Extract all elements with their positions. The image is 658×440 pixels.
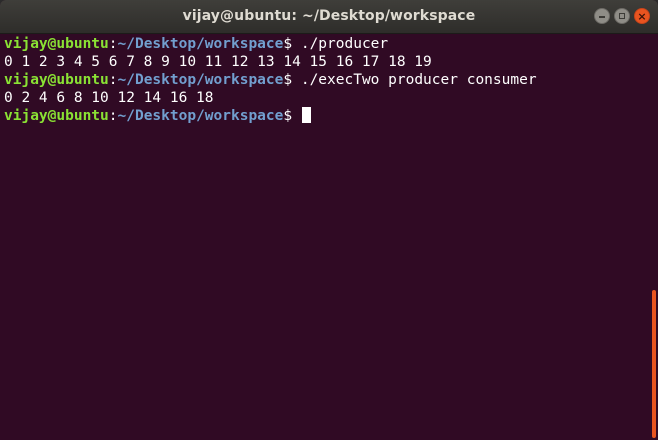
prompt-symbol: $ (283, 72, 301, 88)
terminal-window: vijay@ubuntu: ~/Desktop/workspace × vija… (0, 0, 658, 440)
terminal-line-output: 0 1 2 3 4 5 6 7 8 9 10 11 12 13 14 15 16… (4, 53, 658, 71)
maximize-icon (619, 13, 625, 19)
prompt-symbol: $ (283, 108, 301, 124)
prompt-user: vijay@ubuntu (4, 108, 109, 124)
prompt-user: vijay@ubuntu (4, 36, 109, 52)
close-icon: × (637, 10, 647, 23)
maximize-button[interactable] (614, 8, 630, 24)
terminal-line-output: 0 2 4 6 8 10 12 14 16 18 (4, 89, 658, 107)
prompt-separator: : (108, 36, 118, 52)
prompt-symbol: $ (283, 36, 301, 52)
terminal-line-prompt: vijay@ubuntu:~/Desktop/workspace$ ./prod… (4, 35, 658, 53)
prompt-path: ~/Desktop/workspace (117, 72, 284, 88)
scrollbar[interactable] (652, 290, 656, 438)
minimize-button[interactable] (594, 8, 610, 24)
text-cursor (301, 107, 311, 123)
window-title: vijay@ubuntu: ~/Desktop/workspace (182, 8, 476, 24)
terminal-line-prompt: vijay@ubuntu:~/Desktop/workspace$ (4, 107, 658, 125)
terminal-line-prompt: vijay@ubuntu:~/Desktop/workspace$ ./exec… (4, 71, 658, 89)
output-text: 0 1 2 3 4 5 6 7 8 9 10 11 12 13 14 15 16… (4, 54, 432, 70)
minimize-icon (599, 16, 605, 18)
terminal-area[interactable]: vijay@ubuntu:~/Desktop/workspace$ ./prod… (0, 34, 658, 440)
close-button[interactable]: × (634, 8, 650, 24)
prompt-separator: : (108, 72, 118, 88)
output-text: 0 2 4 6 8 10 12 14 16 18 (4, 90, 214, 106)
prompt-separator: : (108, 108, 118, 124)
title-bar[interactable]: vijay@ubuntu: ~/Desktop/workspace × (0, 0, 658, 34)
prompt-path: ~/Desktop/workspace (117, 36, 284, 52)
command-text: ./execTwo producer consumer (300, 72, 537, 88)
command-text: ./producer (300, 36, 389, 52)
prompt-path: ~/Desktop/workspace (117, 108, 284, 124)
prompt-user: vijay@ubuntu (4, 72, 109, 88)
